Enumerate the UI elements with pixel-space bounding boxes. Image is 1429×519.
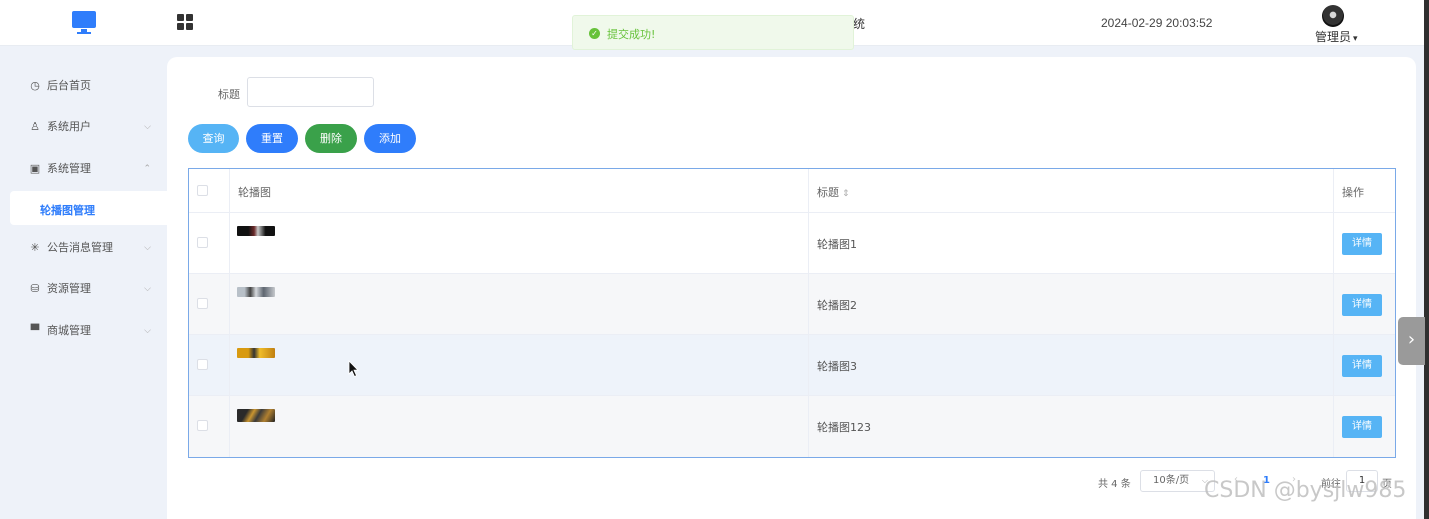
sidebar-item-label: 商城管理 [47, 324, 91, 337]
sidebar-subitem-label: 轮播图管理 [40, 204, 95, 217]
loading-icon: ✳ [30, 241, 40, 254]
column-header-image: 轮播图 [238, 186, 271, 199]
chevron-down-icon: ⌵ [144, 122, 151, 132]
table-row: 轮播图3 详情 [189, 335, 1395, 396]
table-row: 轮播图2 详情 [189, 274, 1395, 335]
sidebar-item-label: 公告消息管理 [47, 241, 113, 254]
row-title: 轮播图1 [817, 238, 857, 251]
pagination-total: 共 4 条 [1098, 479, 1131, 490]
detail-button[interactable]: 详情 [1342, 294, 1382, 316]
carousel-table: 轮播图 标题 ⇕ 操作 轮播图1 详情 轮播图2 详情 轮播图3 详情 轮播图12… [188, 168, 1396, 458]
row-checkbox[interactable] [197, 359, 208, 370]
database-icon: ⛁ [30, 282, 40, 295]
chevron-down-icon: ⌵ [144, 284, 151, 294]
carousel-thumbnail[interactable] [237, 287, 275, 297]
table-row: 轮播图1 详情 [189, 213, 1395, 274]
success-check-icon: ✓ [589, 28, 600, 39]
shop-icon: ▀ [30, 324, 40, 337]
sidebar-item-shop[interactable]: ▀ 商城管理 ⌵ [0, 313, 167, 349]
system-title: 统 [853, 17, 866, 31]
row-title: 轮播图2 [817, 299, 857, 312]
window-edge [1424, 0, 1429, 519]
toast-message: 提交成功! [607, 28, 656, 41]
sidebar-subitem-carousel[interactable]: 轮播图管理 [10, 191, 167, 225]
row-title: 轮播图123 [817, 421, 871, 434]
chevron-down-icon: ⌵ [144, 326, 151, 336]
column-header-title: 标题 [817, 186, 839, 199]
table-row: 轮播图123 详情 [189, 396, 1395, 457]
reset-button[interactable]: 重置 [246, 124, 298, 153]
row-checkbox[interactable] [197, 420, 208, 431]
sidebar-item-label: 系统管理 [47, 162, 91, 175]
chevron-up-icon: ⌃ [143, 164, 151, 174]
sidebar: ◷ 后台首页 ♙ 系统用户 ⌵ ▣ 系统管理 ⌃ 轮播图管理 ✳ 公告消息管理 … [0, 47, 167, 519]
add-button[interactable]: 添加 [364, 124, 416, 153]
carousel-thumbnail[interactable] [237, 226, 275, 236]
sidebar-item-label: 后台首页 [47, 79, 91, 92]
search-title-input[interactable] [247, 77, 374, 107]
select-all-checkbox[interactable] [197, 185, 208, 196]
delete-button[interactable]: 删除 [305, 124, 357, 153]
chevron-right-icon[interactable]: › [1398, 317, 1425, 365]
row-checkbox[interactable] [197, 298, 208, 309]
chevron-down-icon: ▾ [1353, 34, 1358, 44]
chevron-down-icon: ⌵ [144, 243, 151, 253]
user-menu[interactable]: 管理员 ▾ [1315, 28, 1358, 45]
carousel-thumbnail[interactable] [237, 409, 275, 422]
page-size-value: 10条/页 [1153, 475, 1190, 486]
column-header-title-sortable[interactable]: 标题 ⇕ [809, 169, 1334, 212]
column-header-operation: 操作 [1342, 186, 1364, 199]
sidebar-item-system-users[interactable]: ♙ 系统用户 ⌵ [0, 109, 167, 145]
mouse-cursor-icon [348, 360, 359, 378]
avatar[interactable] [1322, 5, 1344, 27]
monitor-logo-icon [72, 11, 96, 35]
detail-button[interactable]: 详情 [1342, 416, 1382, 438]
watermark: CSDN @bysjlw985 [1204, 478, 1407, 503]
grid-menu-icon[interactable] [177, 14, 193, 30]
folder-icon: ▣ [29, 162, 41, 175]
sort-icon[interactable]: ⇕ [842, 189, 850, 199]
sidebar-item-system-management[interactable]: ▣ 系统管理 ⌃ [0, 151, 167, 187]
user-icon: ♙ [30, 120, 40, 133]
user-name: 管理员 [1315, 30, 1352, 44]
detail-button[interactable]: 详情 [1342, 233, 1382, 255]
sidebar-item-label: 系统用户 [47, 120, 91, 133]
row-checkbox[interactable] [197, 237, 208, 248]
sidebar-item-announcements[interactable]: ✳ 公告消息管理 ⌵ [0, 230, 167, 266]
success-toast: ✓ 提交成功! [572, 15, 854, 50]
table-header: 轮播图 标题 ⇕ 操作 [189, 169, 1395, 213]
sidebar-item-label: 资源管理 [47, 282, 91, 295]
clock-icon: ◷ [30, 79, 40, 92]
carousel-thumbnail[interactable] [237, 348, 275, 358]
row-title: 轮播图3 [817, 360, 857, 373]
sidebar-item-home[interactable]: ◷ 后台首页 [0, 68, 167, 104]
current-datetime: 2024-02-29 20:03:52 [1101, 16, 1213, 30]
search-title-label: 标题 [218, 88, 240, 101]
sidebar-item-resources[interactable]: ⛁ 资源管理 ⌵ [0, 271, 167, 307]
detail-button[interactable]: 详情 [1342, 355, 1382, 377]
search-button[interactable]: 查询 [188, 124, 239, 153]
